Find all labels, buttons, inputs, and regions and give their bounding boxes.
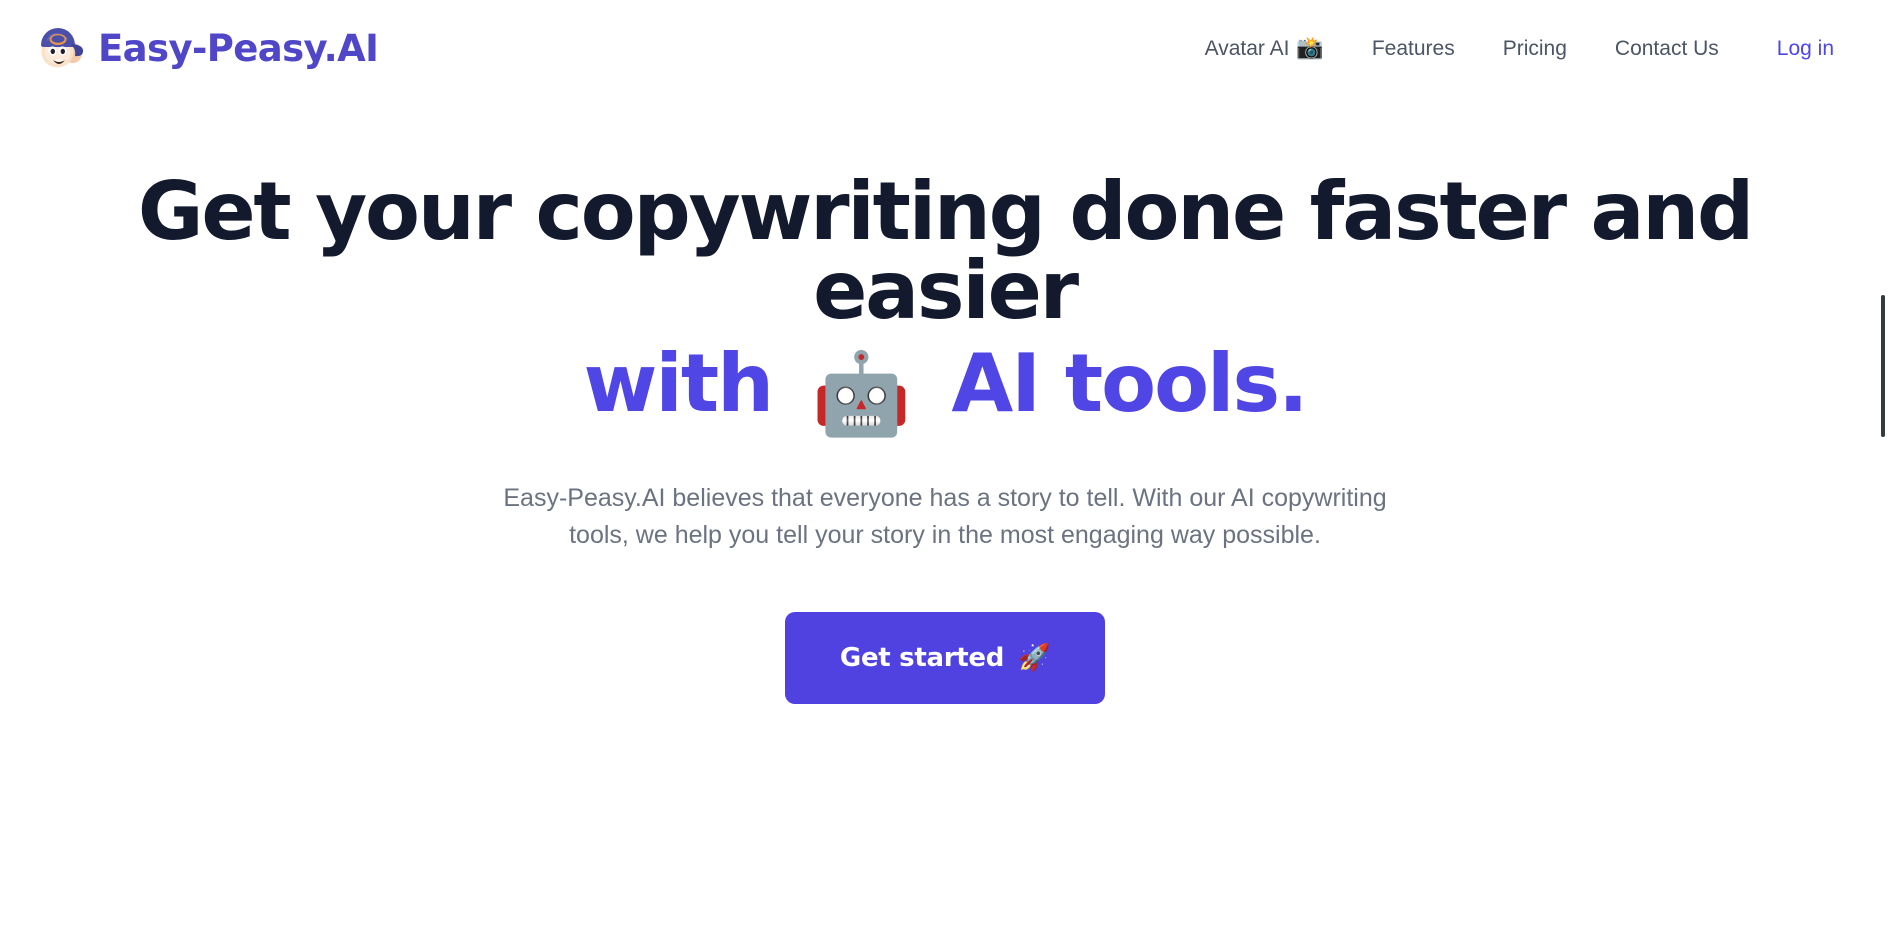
nav-item-pricing[interactable]: Pricing: [1479, 28, 1591, 69]
rocket-icon: 🚀: [1018, 643, 1051, 674]
hero-heading-line-2: easier: [813, 244, 1079, 338]
page-scrollbar[interactable]: [1876, 0, 1890, 944]
page-scrollbar-thumb[interactable]: [1881, 295, 1885, 437]
nav-item-label: Avatar AI: [1204, 36, 1290, 60]
nav-item-avatar-ai[interactable]: Avatar AI 📸: [1181, 27, 1348, 69]
hero-heading: Get your copywriting done faster and eas…: [125, 172, 1765, 434]
nav-item-label: Log in: [1776, 36, 1834, 60]
nav-item-label: Pricing: [1502, 36, 1567, 60]
hero-subtitle: Easy-Peasy.AI believes that everyone has…: [503, 484, 1387, 550]
hero-cta-container: Get started 🚀: [0, 612, 1890, 705]
camera-with-flash-icon: 📸: [1296, 35, 1324, 60]
nav-item-features[interactable]: Features: [1348, 28, 1479, 69]
easy-peasy-mascot-icon: [32, 20, 88, 76]
hero-accent-prefix: with: [583, 337, 775, 431]
brand-name: Easy-Peasy.AI: [98, 26, 379, 70]
nav-item-log-in[interactable]: Log in: [1753, 28, 1842, 69]
robot-face-icon: 🤖: [811, 347, 912, 441]
hero-section: Get your copywriting done faster and eas…: [0, 96, 1890, 705]
hero-accent-suffix: AI tools.: [951, 337, 1308, 431]
nav-item-label: Contact Us: [1614, 36, 1719, 60]
site-header: Easy-Peasy.AI Avatar AI 📸 Features Prici…: [0, 0, 1890, 96]
get-started-button-label: Get started: [839, 643, 1005, 674]
get-started-button[interactable]: Get started 🚀: [785, 612, 1105, 705]
main-navigation: Avatar AI 📸 Features Pricing Contact Us …: [1181, 27, 1842, 69]
nav-item-label: Features: [1371, 36, 1455, 60]
hero-heading-accent-line: with 🤖 AI tools.: [125, 344, 1765, 434]
brand-logo-link[interactable]: Easy-Peasy.AI: [32, 20, 379, 76]
nav-item-contact-us[interactable]: Contact Us: [1591, 28, 1743, 69]
